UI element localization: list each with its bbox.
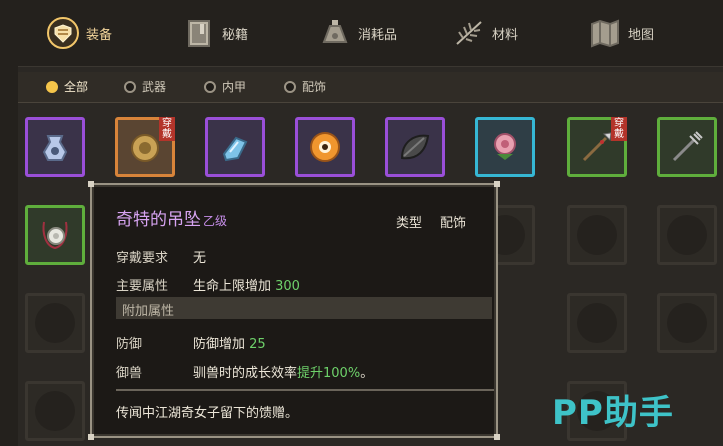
equipped-badge: 穿戴 [611, 117, 627, 141]
filter-label: 武器 [142, 80, 167, 94]
main-attribute-value: 生命上限增加 300 [193, 275, 300, 294]
inventory-slot-2[interactable]: 穿戴 [115, 117, 175, 177]
filter-armor[interactable]: 内甲 [204, 78, 246, 95]
inventory-slot-9[interactable] [25, 205, 85, 265]
inventory-slot-6[interactable] [475, 117, 535, 177]
inventory-slot-8[interactable] [657, 117, 717, 177]
tooltip-divider [116, 389, 494, 391]
filter-bar: 全部 武器 内甲 配饰 [18, 72, 723, 103]
tooltip-corner [494, 181, 500, 187]
inventory-slot-empty[interactable] [657, 293, 717, 353]
inventory-slot-5[interactable] [385, 117, 445, 177]
flower-icon [494, 133, 516, 160]
pendant-icon [42, 221, 68, 250]
top-tab-bar: 装备 秘籍 消耗品 材料 地图 [0, 0, 723, 66]
radio-selected-icon [46, 80, 58, 93]
extra-attributes-header: 附加属性 [116, 297, 492, 319]
trident-icon [672, 131, 703, 162]
requirement-label: 穿戴要求 [116, 251, 169, 266]
item-name-text: 奇特的吊坠 [116, 210, 201, 230]
inventory-slot-1[interactable] [25, 117, 85, 177]
filter-accessory[interactable]: 配饰 [284, 78, 326, 95]
main-attribute-label: 主要属性 [116, 279, 169, 294]
defense-label: 防御 [116, 337, 143, 352]
map-icon [588, 16, 622, 50]
inventory-slot-empty[interactable] [25, 381, 85, 441]
item-tooltip: 奇特的吊坠 乙级 类型 配饰 穿戴要求 无 主要属性 生命上限增加 300 附加属… [88, 181, 500, 440]
taming-number: 提升100% [297, 366, 361, 381]
taming-value: 驯兽时的成长效率提升100%。 [193, 362, 373, 381]
radio-icon [124, 80, 136, 93]
item-type-value: 配饰 [440, 216, 467, 231]
tab-label: 秘籍 [222, 27, 249, 43]
filter-label: 全部 [64, 80, 89, 94]
eye-icon [310, 132, 340, 162]
inventory-slot-empty[interactable] [567, 293, 627, 353]
radio-icon [284, 80, 296, 93]
tab-label: 装备 [86, 27, 113, 43]
armor-icon [46, 16, 80, 50]
book-icon [182, 16, 216, 50]
tooltip-corner [88, 181, 94, 187]
tooltip-corner [88, 434, 94, 440]
defense-number: 25 [249, 337, 266, 352]
filter-weapon[interactable]: 武器 [124, 78, 166, 95]
pouch-icon [42, 135, 68, 161]
inventory-slot-7[interactable]: 穿戴 [567, 117, 627, 177]
tab-map[interactable]: 地图 [588, 8, 654, 58]
tab-materials[interactable]: 材料 [452, 8, 518, 58]
inventory-slot-3[interactable] [205, 117, 265, 177]
herb-icon [452, 16, 486, 50]
inventory-slot-empty[interactable] [25, 293, 85, 353]
boots-icon [222, 136, 248, 162]
tab-equipment[interactable]: 装备 [46, 8, 112, 58]
tab-manuals[interactable]: 秘籍 [182, 8, 248, 58]
item-description: 传闻中江湖奇女子留下的馈赠。 [116, 406, 299, 421]
filter-all[interactable]: 全部 [46, 78, 88, 95]
extra-attributes-label: 附加属性 [122, 304, 175, 319]
main-attribute-text: 生命上限增加 [193, 279, 276, 294]
filter-label: 配饰 [302, 80, 327, 94]
item-grade: 乙级 [203, 214, 228, 228]
defense-value: 防御增加 25 [193, 333, 266, 352]
requirement-value: 无 [193, 251, 207, 266]
equipped-badge: 穿戴 [159, 117, 175, 141]
taming-text: 驯兽时的成长效率 [193, 366, 298, 381]
inventory-slot-empty[interactable] [567, 205, 627, 265]
item-type-label: 类型 [396, 216, 423, 231]
watermark-logo: PP助手 [552, 393, 674, 433]
potion-icon [318, 16, 352, 50]
tab-label: 材料 [492, 27, 519, 43]
item-name: 奇特的吊坠 乙级 [116, 205, 227, 230]
main-attribute-number: 300 [275, 279, 300, 294]
tab-consumables[interactable]: 消耗品 [318, 8, 397, 58]
tooltip-corner [494, 434, 500, 440]
inventory-slot-4[interactable] [295, 117, 355, 177]
tab-label: 消耗品 [358, 27, 398, 43]
defense-text: 防御增加 [193, 337, 250, 352]
taming-end: 。 [360, 366, 374, 381]
inventory-slot-empty[interactable] [657, 205, 717, 265]
filter-label: 内甲 [222, 80, 247, 94]
tab-label: 地图 [628, 27, 655, 43]
leaf-icon [400, 134, 430, 160]
taming-label: 御兽 [116, 366, 143, 381]
radio-icon [204, 80, 216, 93]
